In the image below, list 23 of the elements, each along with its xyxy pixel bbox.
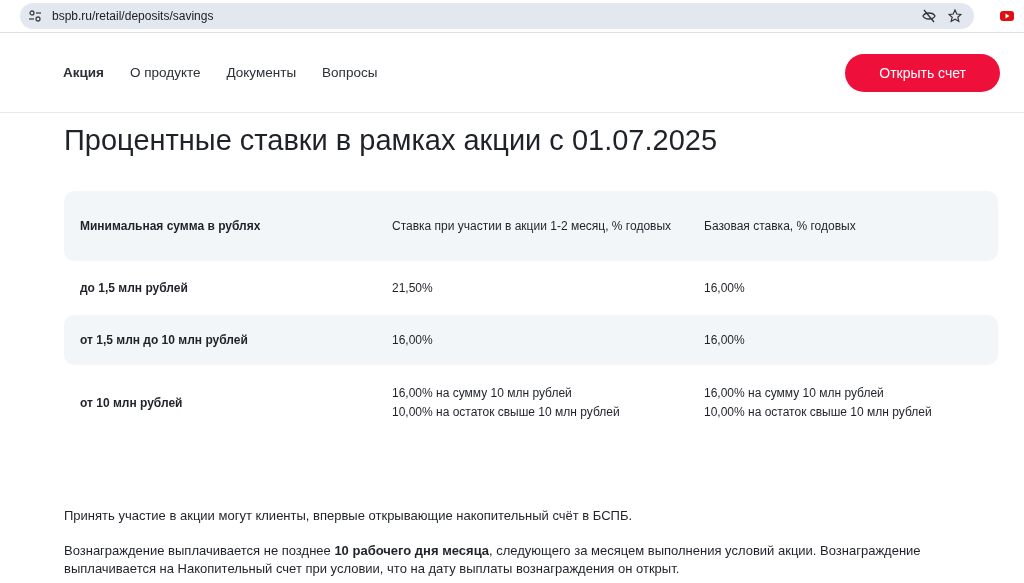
table-cell-text: от 10 млн рублей bbox=[80, 394, 183, 412]
column-header: Ставка при участии в акции 1-2 месяц, % годовых bbox=[392, 217, 672, 235]
column-header: Минимальная сумма в рублях bbox=[80, 217, 261, 235]
table-cell-text: 16,00% bbox=[704, 331, 745, 349]
table-cell-text: от 1,5 млн до 10 млн рублей bbox=[80, 331, 248, 349]
table-cell-text: 16,00% bbox=[704, 279, 745, 297]
table-cell-text: 16,00% bbox=[392, 331, 433, 349]
info-paragraph: Принять участие в акции могут клиенты, впервые открывающие накопительный счёт в БСПБ. bbox=[64, 507, 634, 525]
table-cell-text: до 1,5 млн рублей bbox=[80, 279, 188, 297]
page-heading: Процентные ставки в рамках акции с 01.07.2025 bbox=[64, 123, 719, 157]
table-cell-text: 16,00% на сумму 10 млн рублей 10,00% на остаток свыше 10 млн рублей bbox=[392, 385, 620, 421]
table-cell-text: 16,00% на сумму 10 млн рублей 10,00% на остаток свыше 10 млн рублей bbox=[704, 385, 932, 421]
nav-tab[interactable]: Вопросы bbox=[322, 65, 378, 80]
star-icon[interactable] bbox=[946, 7, 964, 25]
nav-tab[interactable]: Акция bbox=[63, 65, 104, 80]
table-cell-text: 21,50% bbox=[392, 279, 433, 297]
site-settings-icon[interactable] bbox=[26, 7, 44, 25]
column-header: Базовая ставка, % годовых bbox=[704, 217, 856, 235]
nav-tab[interactable]: Документы bbox=[226, 65, 297, 80]
open-account-button[interactable]: Открыть счет bbox=[845, 53, 1000, 92]
nav-tab[interactable]: О продукте bbox=[130, 65, 201, 80]
eye-slash-icon[interactable] bbox=[920, 7, 938, 25]
info-paragraph: Вознаграждение выплачивается не позднее 10 рабочего дня месяца, следующего за месяцем выполнения условий акции. Вознаграждение выплачивается на Накопительный счет при условии, что на дату выплаты вознаграждения он открыт. bbox=[64, 542, 922, 578]
